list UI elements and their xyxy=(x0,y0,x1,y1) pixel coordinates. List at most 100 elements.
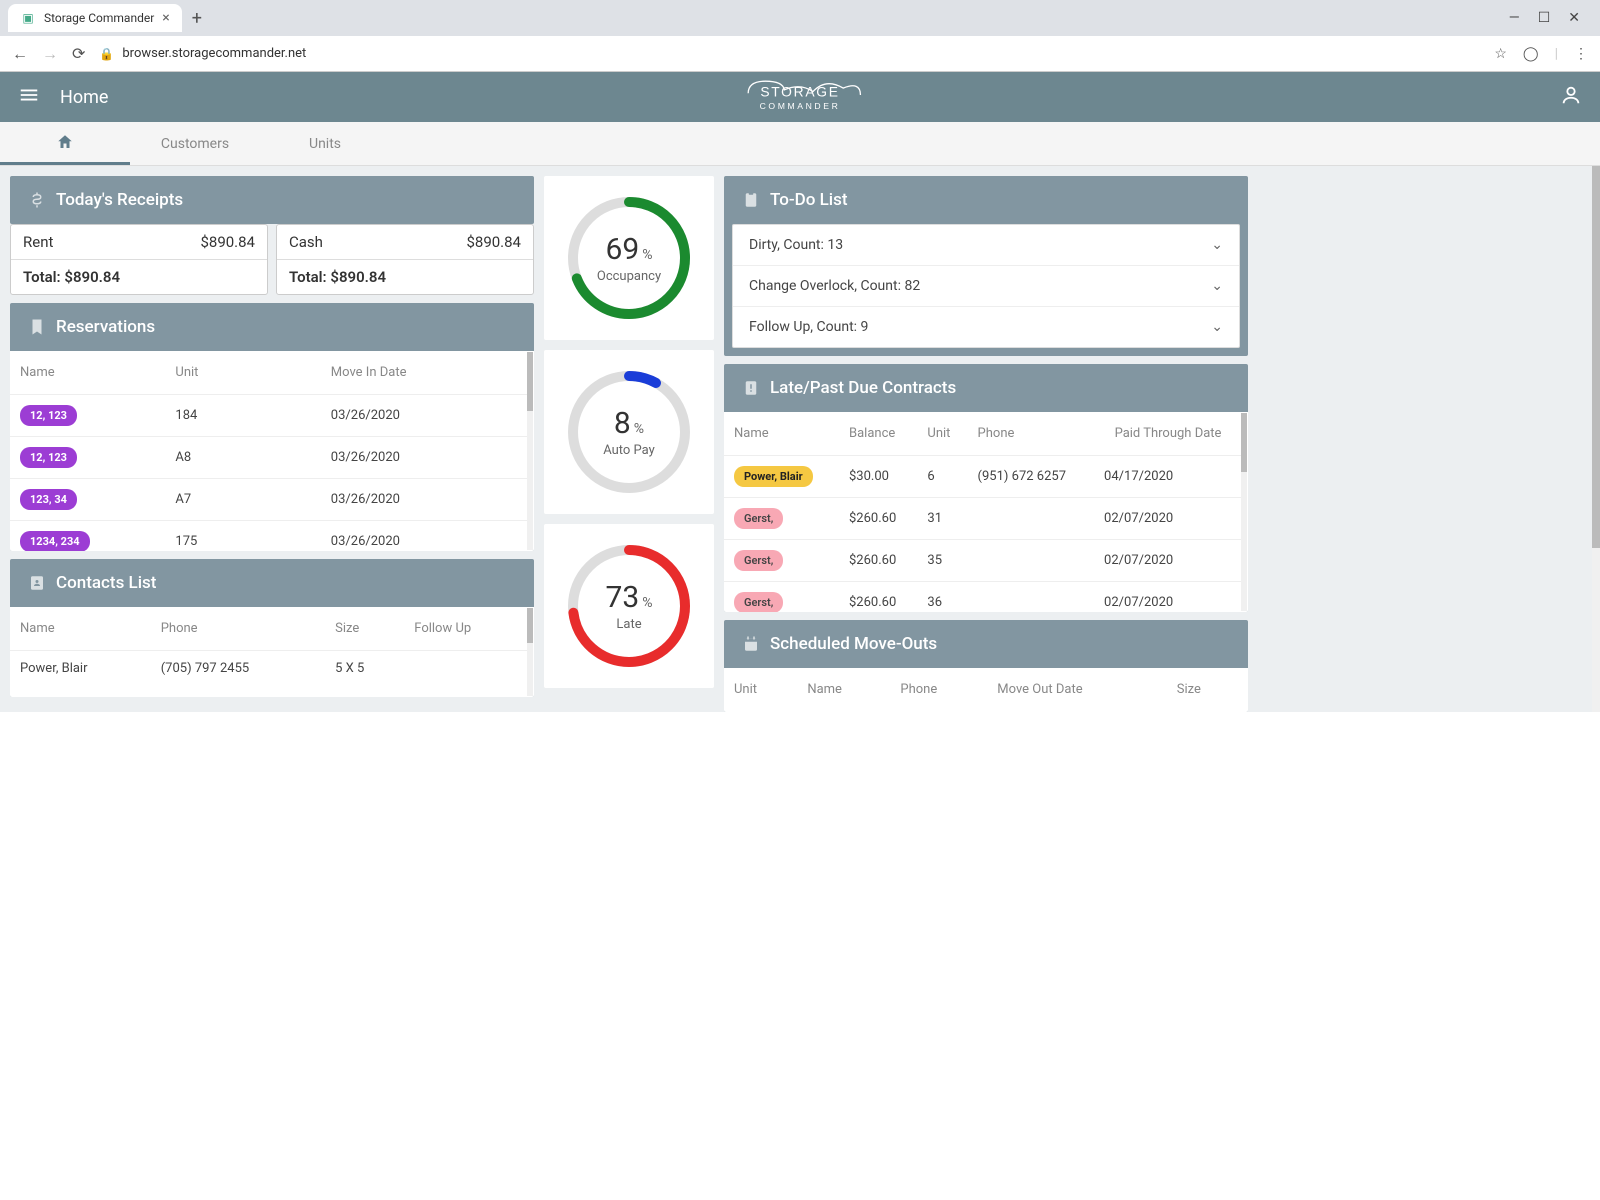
receipt-cash-total: Total: $890.84 xyxy=(277,259,533,294)
table-row[interactable]: Gerst,$260.603102/07/2020 xyxy=(724,498,1242,540)
browser-tab[interactable]: ▣ Storage Commander × xyxy=(8,4,182,32)
reservations-table: Name Unit Move In Date 12, 12318403/26/2… xyxy=(10,351,528,551)
bookmark-star-icon[interactable]: ☆ xyxy=(1494,46,1507,62)
gauge-card: 73% Late xyxy=(544,524,714,688)
late-table: Name Balance Unit Phone Paid Through Dat… xyxy=(724,412,1242,612)
nav-back-icon[interactable]: ← xyxy=(12,44,28,64)
col-mdate: Move Out Date xyxy=(987,668,1167,711)
home-icon xyxy=(56,133,74,151)
address-field[interactable]: 🔒 browser.storagecommander.net xyxy=(99,46,1480,61)
receipts-section: Today's Receipts Rent $890.84 Total: $89… xyxy=(10,176,534,295)
moveouts-card: Scheduled Move-Outs Unit Name Phone Move… xyxy=(724,620,1248,712)
page-title: Home xyxy=(60,87,108,108)
col-msize: Size xyxy=(1167,668,1242,711)
col-mphone: Phone xyxy=(890,668,987,711)
gauge-late: 73% Late xyxy=(559,536,699,676)
user-icon[interactable] xyxy=(1560,84,1582,110)
late-card: Late/Past Due Contracts Name Balance Uni… xyxy=(724,364,1248,612)
table-row[interactable]: 12, 123A803/26/2020 xyxy=(10,437,528,479)
table-row[interactable]: Power, Blair (705) 797 2455 5 X 5 xyxy=(10,651,528,687)
col-name: Name xyxy=(10,351,165,395)
receipt-rent-value: $890.84 xyxy=(200,233,255,251)
brand-logo: STORAGE COMMANDER xyxy=(714,76,887,118)
col-csize: Size xyxy=(325,607,404,651)
todo-item[interactable]: Dirty, Count: 13⌄ xyxy=(733,225,1239,266)
tab-close-icon[interactable]: × xyxy=(162,10,169,26)
col-mname: Name xyxy=(797,668,890,711)
tab-home[interactable] xyxy=(0,122,130,165)
name-pill: 12, 123 xyxy=(20,447,77,468)
todo-item[interactable]: Change Overlock, Count: 82⌄ xyxy=(733,266,1239,307)
reservations-card: Reservations Name Unit Move In Date 12, … xyxy=(10,303,534,551)
browser-tab-bar: ▣ Storage Commander × + — ☐ ✕ xyxy=(0,0,1600,36)
dashboard: Today's Receipts Rent $890.84 Total: $89… xyxy=(0,166,1600,712)
gauge-card: 69% Occupancy xyxy=(544,176,714,340)
url-text: browser.storagecommander.net xyxy=(122,46,306,61)
app-header: Home STORAGE COMMANDER xyxy=(0,72,1600,122)
col-movein: Move In Date xyxy=(321,351,528,395)
chevron-down-icon: ⌄ xyxy=(1211,278,1223,294)
name-pill: 1234, 234 xyxy=(20,531,90,551)
nav-forward-icon[interactable]: → xyxy=(42,44,58,64)
todo-title: To-Do List xyxy=(770,190,848,210)
contacts-scrollbar[interactable] xyxy=(527,608,533,696)
gauge-occupancy: 69% Occupancy xyxy=(559,188,699,328)
tab-customers[interactable]: Customers xyxy=(130,122,260,165)
gauge-auto-pay: 8% Auto Pay xyxy=(559,362,699,502)
moveouts-title: Scheduled Move-Outs xyxy=(770,634,937,654)
col-lunit: Unit xyxy=(917,412,967,456)
table-row[interactable]: Gerst,$260.603602/07/2020 xyxy=(724,582,1242,613)
name-pill: 123, 34 xyxy=(20,489,77,510)
dollar-icon xyxy=(28,191,46,209)
profile-icon[interactable]: ◯ xyxy=(1523,46,1539,62)
calendar-icon xyxy=(742,635,760,653)
table-row[interactable]: 1234, 23417503/26/2020 xyxy=(10,521,528,552)
table-row[interactable]: 12, 12318403/26/2020 xyxy=(10,395,528,437)
col-lbal: Balance xyxy=(839,412,917,456)
col-ldate: Paid Through Date xyxy=(1094,412,1242,456)
browser-menu-icon[interactable]: ⋮ xyxy=(1574,46,1588,62)
browser-chrome: ▣ Storage Commander × + — ☐ ✕ ← → ⟳ 🔒 br… xyxy=(0,0,1600,72)
svg-text:STORAGE: STORAGE xyxy=(760,84,839,100)
nav-reload-icon[interactable]: ⟳ xyxy=(72,44,85,63)
window-controls: — ☐ ✕ xyxy=(1509,10,1592,26)
new-tab-button[interactable]: + xyxy=(182,8,212,29)
receipt-rent-total: Total: $890.84 xyxy=(11,259,267,294)
todo-card: To-Do List Dirty, Count: 13⌄Change Overl… xyxy=(724,176,1248,356)
page-scrollbar[interactable] xyxy=(1592,166,1600,712)
moveouts-table: Unit Name Phone Move Out Date Size xyxy=(724,668,1242,711)
late-scrollbar[interactable] xyxy=(1241,413,1247,611)
window-maximize-icon[interactable]: ☐ xyxy=(1538,10,1551,26)
table-row[interactable]: Power, Blair$30.006(951) 672 625704/17/2… xyxy=(724,456,1242,498)
tab-title: Storage Commander xyxy=(44,11,154,25)
receipt-cash-label: Cash xyxy=(289,233,323,251)
col-munit: Unit xyxy=(724,668,797,711)
contacts-table: Name Phone Size Follow Up Power, Blair (… xyxy=(10,607,528,686)
receipts-header: Today's Receipts xyxy=(10,176,534,224)
table-row[interactable]: 123, 34A703/26/2020 xyxy=(10,479,528,521)
hamburger-icon[interactable] xyxy=(18,84,40,110)
receipt-cash-value: $890.84 xyxy=(466,233,521,251)
name-pill: Gerst, xyxy=(734,508,783,529)
receipt-rent-label: Rent xyxy=(23,233,53,251)
col-unit: Unit xyxy=(165,351,320,395)
reservations-title: Reservations xyxy=(56,317,155,337)
receipts-title: Today's Receipts xyxy=(56,190,183,210)
reservations-scrollbar[interactable] xyxy=(527,352,533,550)
col-cname: Name xyxy=(10,607,151,651)
late-title: Late/Past Due Contracts xyxy=(770,378,956,398)
contact-icon xyxy=(28,574,46,592)
window-minimize-icon[interactable]: — xyxy=(1509,10,1520,26)
todo-item[interactable]: Follow Up, Count: 9⌄ xyxy=(733,307,1239,347)
svg-text:COMMANDER: COMMANDER xyxy=(760,101,841,111)
table-row[interactable]: Gerst,$260.603502/07/2020 xyxy=(724,540,1242,582)
gauge-column: 69% Occupancy 8% Auto Pay 73% Late xyxy=(544,176,714,688)
gauge-card: 8% Auto Pay xyxy=(544,350,714,514)
name-pill: Power, Blair xyxy=(734,466,813,487)
receipt-cash-box: Cash $890.84 Total: $890.84 xyxy=(276,224,534,295)
clipboard-icon xyxy=(742,191,760,209)
tab-favicon: ▣ xyxy=(20,10,36,26)
window-close-icon[interactable]: ✕ xyxy=(1568,10,1580,26)
tab-units[interactable]: Units xyxy=(260,122,390,165)
receipt-rent-box: Rent $890.84 Total: $890.84 xyxy=(10,224,268,295)
